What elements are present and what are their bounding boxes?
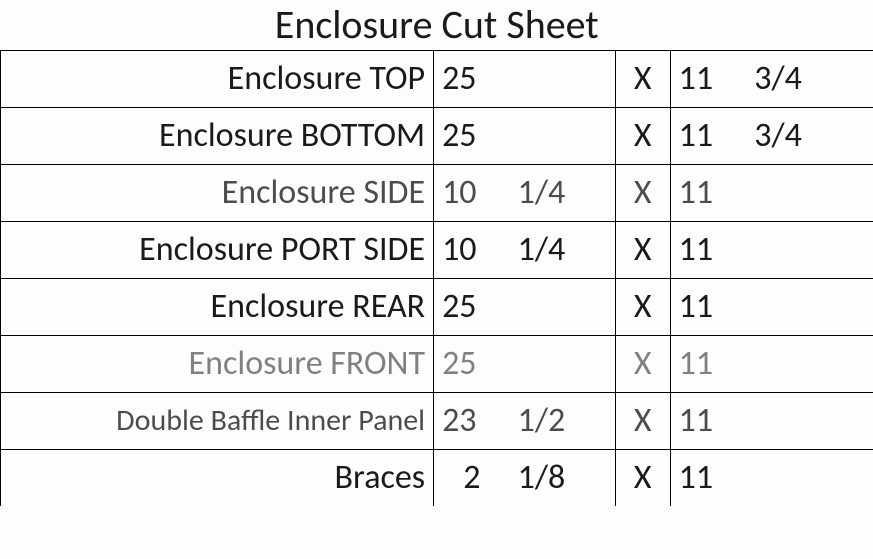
dim-a-whole: 25 — [434, 335, 510, 392]
dim-b-frac: 3/4 — [746, 107, 873, 164]
dim-b-frac — [746, 449, 873, 506]
dim-a-whole: 2 — [434, 449, 510, 506]
dim-b-whole: 11 — [670, 221, 746, 278]
by-symbol: X — [615, 50, 670, 107]
by-symbol: X — [615, 392, 670, 449]
part-label: Enclosure BOTTOM — [1, 107, 434, 164]
table-row: Braces 2 1/8 X 11 — [1, 449, 873, 506]
table-row: Enclosure FRONT 25 X 11 — [1, 335, 873, 392]
dim-b-whole: 11 — [670, 392, 746, 449]
dim-a-whole: 10 — [434, 164, 510, 221]
dim-b-frac — [746, 164, 873, 221]
dim-a-frac: 1/4 — [510, 164, 616, 221]
dim-a-frac: 1/2 — [510, 392, 616, 449]
dim-b-frac — [746, 335, 873, 392]
part-label: Enclosure PORT SIDE — [1, 221, 434, 278]
by-symbol: X — [615, 449, 670, 506]
dim-b-frac — [746, 392, 873, 449]
part-label: Enclosure SIDE — [1, 164, 434, 221]
dim-a-whole: 10 — [434, 221, 510, 278]
dim-a-frac — [510, 107, 616, 164]
dim-a-whole: 25 — [434, 278, 510, 335]
part-label: Enclosure FRONT — [1, 335, 434, 392]
dim-a-whole: 25 — [434, 107, 510, 164]
part-label: Enclosure TOP — [1, 50, 434, 107]
table-row: Enclosure TOP 25 X 11 3/4 — [1, 50, 873, 107]
dim-a-frac — [510, 335, 616, 392]
table-row: Enclosure REAR 25 X 11 — [1, 278, 873, 335]
table-row: Enclosure BOTTOM 25 X 11 3/4 — [1, 107, 873, 164]
table-row: Enclosure PORT SIDE 10 1/4 X 11 — [1, 221, 873, 278]
dim-b-whole: 11 — [670, 335, 746, 392]
dim-a-frac: 1/8 — [510, 449, 616, 506]
dim-b-whole: 11 — [670, 278, 746, 335]
dim-a-frac: 1/4 — [510, 221, 616, 278]
dim-a-whole: 23 — [434, 392, 510, 449]
dim-b-frac — [746, 221, 873, 278]
dim-b-whole: 11 — [670, 107, 746, 164]
dim-b-whole: 11 — [670, 164, 746, 221]
part-label: Double Baffle Inner Panel — [1, 392, 434, 449]
by-symbol: X — [615, 335, 670, 392]
dim-a-whole: 25 — [434, 50, 510, 107]
by-symbol: X — [615, 164, 670, 221]
by-symbol: X — [615, 221, 670, 278]
by-symbol: X — [615, 278, 670, 335]
part-label: Braces — [1, 449, 434, 506]
dim-b-frac: 3/4 — [746, 50, 873, 107]
dim-b-frac — [746, 278, 873, 335]
sheet-title: Enclosure Cut Sheet — [1, 0, 873, 50]
part-label: Enclosure REAR — [1, 278, 434, 335]
table-row: Double Baffle Inner Panel 23 1/2 X 11 — [1, 392, 873, 449]
dim-b-whole: 11 — [670, 50, 746, 107]
dim-b-whole: 11 — [670, 449, 746, 506]
dim-a-frac — [510, 278, 616, 335]
dim-a-frac — [510, 50, 616, 107]
table-row: Enclosure SIDE 10 1/4 X 11 — [1, 164, 873, 221]
cut-sheet-table: Enclosure Cut Sheet Enclosure TOP 25 X 1… — [0, 0, 873, 506]
by-symbol: X — [615, 107, 670, 164]
